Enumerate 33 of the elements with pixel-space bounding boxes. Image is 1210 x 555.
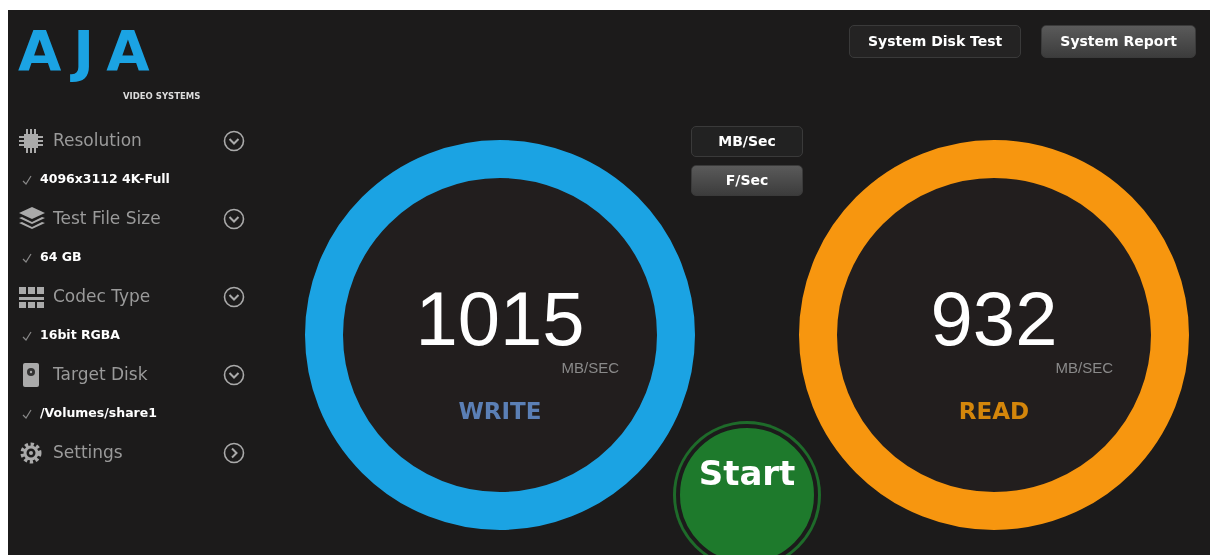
- selected-value: 16bit RGBA: [40, 326, 121, 345]
- chip-icon: [18, 127, 45, 154]
- speed-value: 1015: [415, 281, 585, 357]
- check-icon: [22, 174, 32, 185]
- check-icon: [22, 330, 32, 341]
- speed-unit: MB/SEC: [1055, 358, 1113, 378]
- gauge-label: WRITE: [458, 396, 542, 426]
- chevron-down-icon[interactable]: [223, 363, 245, 386]
- check-icon: [22, 252, 32, 263]
- toolbar-button[interactable]: System Disk Test: [848, 25, 1022, 58]
- chevron-down-icon[interactable]: [223, 285, 245, 308]
- check-icon: [22, 408, 32, 419]
- chevron-right-icon[interactable]: [223, 441, 245, 464]
- selected-value: /Volumes/share1: [40, 404, 157, 423]
- sidebar-label: Resolution: [53, 128, 143, 152]
- sidebar-label: Test File Size: [53, 206, 162, 230]
- speed-unit: MB/SEC: [561, 358, 619, 378]
- sidebar-label: Settings: [53, 440, 124, 464]
- selected-value: 64 GB: [40, 248, 82, 267]
- gauge-label: READ: [958, 396, 1030, 426]
- chevron-down-icon[interactable]: [223, 129, 245, 152]
- speed-value: 932: [930, 281, 1058, 357]
- start-button[interactable]: Start: [676, 424, 818, 555]
- logo-tagline: VIDEO SYSTEMS: [123, 89, 201, 103]
- layers-icon: [18, 205, 45, 232]
- logo: AJA: [18, 20, 162, 82]
- chevron-down-icon[interactable]: [223, 207, 245, 230]
- toolbar-button[interactable]: System Report: [1041, 25, 1196, 58]
- sidebar-label: Codec Type: [53, 284, 152, 308]
- unit-toggle[interactable]: MB/Sec: [691, 126, 803, 157]
- selected-value: 4096x3112 4K-Full: [40, 170, 170, 189]
- unit-toggle[interactable]: F/Sec: [691, 165, 803, 196]
- sidebar-label: Target Disk: [53, 362, 149, 386]
